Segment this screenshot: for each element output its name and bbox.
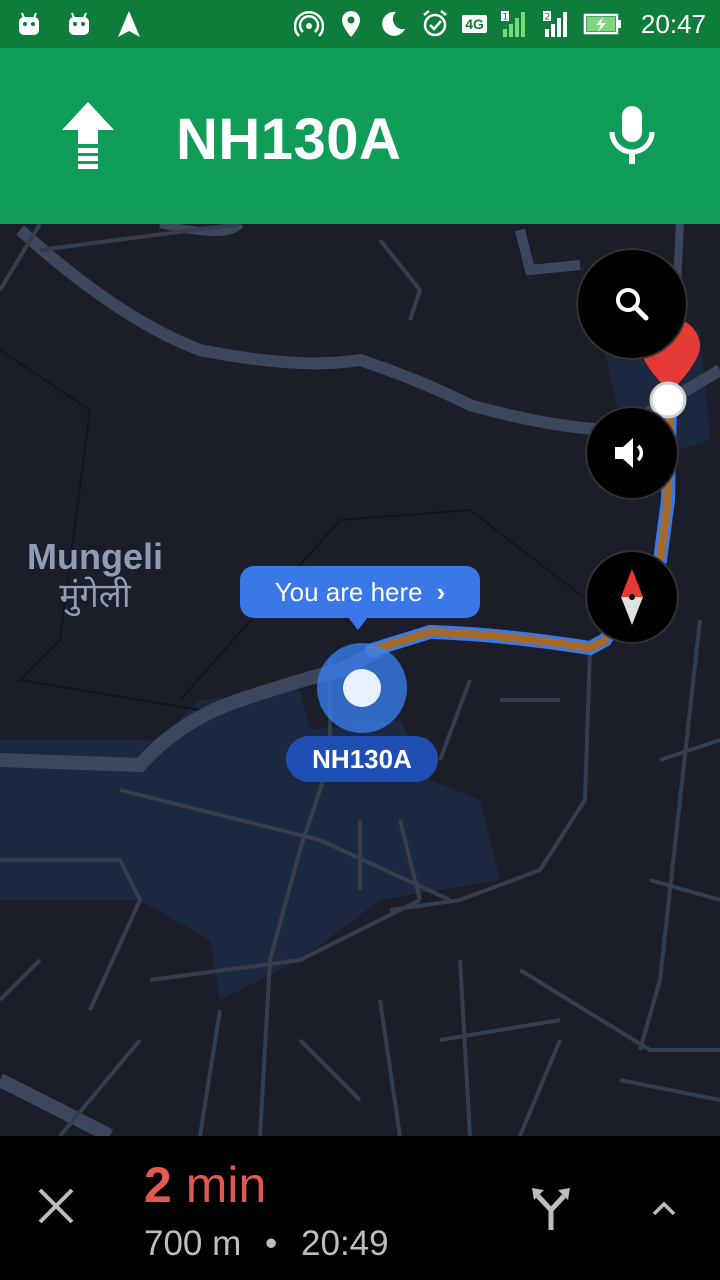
eta-duration: 2 min xyxy=(144,1156,266,1214)
separator-dot: • xyxy=(265,1224,278,1263)
eta-unit: min xyxy=(185,1157,267,1213)
you-are-here-label: You are here xyxy=(274,576,423,607)
place-name-english: Mungeli xyxy=(27,536,163,577)
alternate-routes-icon[interactable] xyxy=(526,1182,576,1232)
hotspot-icon xyxy=(294,10,325,37)
current-location-marker[interactable] xyxy=(317,643,407,733)
place-label-mungeli: Mungeli मुंगेली xyxy=(27,536,163,616)
navigation-arrow-icon xyxy=(118,11,140,37)
eta-details: 700 m • 20:49 xyxy=(144,1224,389,1264)
you-are-here-tooltip[interactable]: You are here › xyxy=(240,566,480,630)
search-icon xyxy=(616,288,649,321)
current-road-chip: NH130A xyxy=(286,736,438,782)
current-road-name: NH130A xyxy=(176,107,402,172)
microphone-icon[interactable] xyxy=(606,104,658,168)
arrival-time: 20:49 xyxy=(301,1224,389,1263)
do-not-disturb-moon-icon xyxy=(382,11,406,36)
location-pin-icon xyxy=(342,11,361,37)
straight-arrow-icon xyxy=(62,102,114,169)
chevron-right-icon: › xyxy=(436,576,446,607)
alarm-clock-icon xyxy=(423,10,448,37)
current-location-dot xyxy=(343,669,381,707)
network-type-badge: 4G xyxy=(462,15,487,33)
place-name-hindi: मुंगेली xyxy=(59,577,131,616)
android-icon xyxy=(19,12,39,35)
search-along-route-button[interactable] xyxy=(576,248,688,360)
volume-icon xyxy=(615,438,644,468)
status-bar: 4G 1 2 20:47 xyxy=(0,0,720,48)
close-icon[interactable] xyxy=(34,1184,78,1228)
navigation-header[interactable]: NH130A xyxy=(0,48,720,224)
chevron-up-icon[interactable] xyxy=(642,1188,686,1232)
eta-value: 2 xyxy=(144,1157,172,1213)
remaining-distance: 700 m xyxy=(144,1224,242,1263)
status-right-icons: 4G 1 2 20:47 xyxy=(294,9,706,40)
battery-charging-icon xyxy=(583,13,621,35)
signal-icon: 2 xyxy=(542,11,567,37)
status-time: 20:47 xyxy=(640,8,706,39)
status-left-icons xyxy=(14,9,144,39)
compass-icon xyxy=(621,569,643,625)
signal-icon: 1 xyxy=(500,11,525,37)
sim1-label: 1 xyxy=(502,13,508,23)
compass-button[interactable] xyxy=(585,550,679,644)
sim2-label: 2 xyxy=(544,13,550,23)
android-icon xyxy=(69,12,89,35)
trip-summary-bar[interactable]: 2 min 700 m • 20:49 xyxy=(0,1136,720,1280)
sound-button[interactable] xyxy=(585,406,679,500)
